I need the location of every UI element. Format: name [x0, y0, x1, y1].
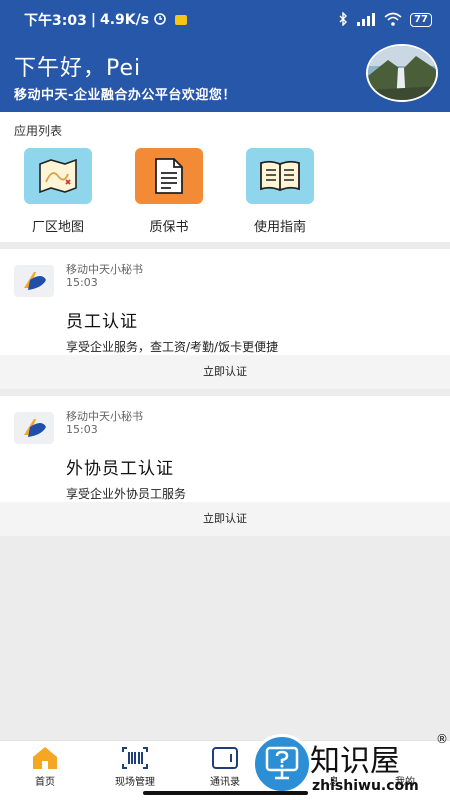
app-list-title: 应用列表: [14, 124, 63, 138]
app-warranty[interactable]: 质保书: [124, 148, 214, 235]
battery-icon: 77: [410, 13, 432, 27]
notification-badge-icon: [175, 15, 188, 25]
card-title: 外协员工认证: [66, 459, 174, 479]
card-sender: 移动中天小秘书: [66, 410, 143, 423]
card-title: 员工认证: [66, 312, 138, 332]
wifi-icon: [384, 12, 402, 29]
watermark-text: 知识屋: [310, 744, 400, 779]
app-list: 应用列表 厂区地图 质保书 使用指南: [0, 112, 450, 242]
card-description: 享受企业外协员工服务: [66, 487, 187, 501]
contacts-icon: [210, 745, 240, 771]
avatar[interactable]: [366, 44, 438, 102]
verify-now-button[interactable]: 立即认证: [0, 355, 450, 389]
network-speed: 4.9K/s: [99, 12, 150, 28]
status-time: 下午3:03: [24, 13, 87, 29]
card-time: 15:03: [66, 423, 98, 436]
app-user-guide[interactable]: 使用指南: [235, 148, 325, 235]
signal-icon: [356, 12, 376, 29]
company-logo-icon: [14, 412, 54, 444]
welcome-text: 移动中天-企业融合办公平台欢迎您！: [14, 88, 236, 103]
app-header: 下午3:03 | 4.9K/s 77 下午好，Pei 移动中天-企业融合办公平台…: [0, 0, 450, 112]
card-sender: 移动中天小秘书: [66, 263, 143, 276]
notification-card: 移动中天小秘书 15:03 外协员工认证 享受企业外协员工服务 立即认证: [0, 396, 450, 536]
tab-label: 首页: [35, 777, 55, 788]
document-icon: [135, 148, 203, 204]
tab-home[interactable]: 首页: [0, 741, 90, 800]
barcode-icon: [120, 745, 150, 771]
card-time: 15:03: [66, 276, 98, 289]
app-label: 使用指南: [253, 220, 306, 235]
app-factory-map[interactable]: 厂区地图: [13, 148, 103, 235]
bluetooth-icon: [338, 10, 348, 29]
app-label: 厂区地图: [31, 220, 84, 235]
home-indicator[interactable]: [143, 791, 308, 795]
notification-card: 移动中天小秘书 15:03 员工认证 享受企业服务，查工资/考勤/饭卡更便捷 立…: [0, 249, 450, 389]
app-label: 质保书: [149, 220, 189, 235]
watermark-url: zhishiwu.com: [312, 778, 419, 794]
map-icon: [24, 148, 92, 204]
home-icon: [30, 745, 60, 771]
verify-now-button[interactable]: 立即认证: [0, 502, 450, 536]
card-description: 享受企业服务，查工资/考勤/饭卡更便捷: [66, 340, 279, 354]
book-icon: [246, 148, 314, 204]
watermark: 知识屋 ® zhishiwu.com: [252, 732, 450, 800]
watermark-reg: ®: [436, 732, 448, 746]
alarm-icon: [153, 11, 167, 29]
watermark-logo-icon: [252, 734, 312, 794]
tab-label: 现场管理: [115, 777, 155, 788]
greeting-text: 下午好，Pei: [14, 56, 142, 81]
company-logo-icon: [14, 265, 54, 297]
status-bar: 下午3:03 | 4.9K/s 77: [0, 0, 450, 40]
